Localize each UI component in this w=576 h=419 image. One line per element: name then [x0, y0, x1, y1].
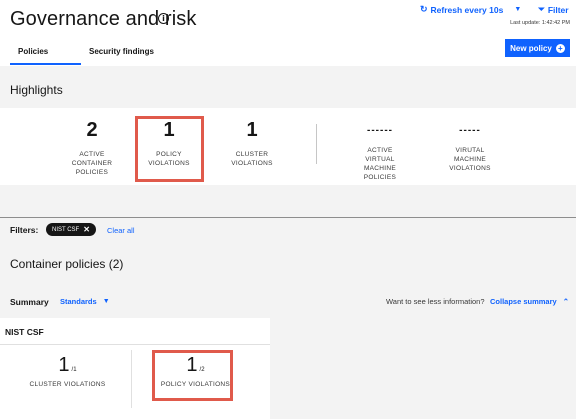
- new-policy-button[interactable]: New policy +: [505, 39, 570, 57]
- highlight-value: -----: [459, 125, 481, 136]
- clear-all-link[interactable]: Clear all: [107, 226, 135, 235]
- highlights-panel: 2 ACTIVE CONTAINER POLICIES 1 POLICY VIO…: [0, 108, 576, 185]
- filter-icon: ⏷: [538, 4, 545, 14]
- highlight-vm-violations: ----- VIRUTAL MACHINE VIOLATIONS: [440, 119, 500, 173]
- tab-security-findings[interactable]: Security findings: [81, 42, 162, 65]
- close-icon[interactable]: ✕: [83, 225, 90, 234]
- section-divider: [0, 217, 576, 218]
- tab-list: Policies Security findings: [10, 42, 162, 65]
- stat-annotation-box: [152, 350, 233, 401]
- collapse-summary-label: Collapse summary: [490, 297, 557, 306]
- chevron-down-icon: ▼: [102, 298, 110, 305]
- highlight-value: 2: [86, 119, 98, 141]
- card-vertical-divider: [131, 350, 132, 408]
- refresh-label: Refresh every 10s: [430, 4, 504, 15]
- stat-label: CLUSTER VIOLATIONS: [29, 381, 106, 388]
- highlights-title: Highlights: [10, 83, 63, 97]
- highlight-value: ------: [367, 125, 393, 136]
- stat-value: 1: [58, 354, 70, 376]
- refresh-icon: ↻: [420, 4, 428, 14]
- highlight-value: 1: [246, 119, 258, 141]
- new-policy-label: New policy: [510, 43, 552, 53]
- filter-button[interactable]: ⏷ Filter: [538, 4, 569, 15]
- chevron-down-icon: ▼: [514, 6, 522, 13]
- tab-policies[interactable]: Policies: [10, 42, 81, 65]
- chevron-up-icon: ⌃: [562, 297, 570, 306]
- highlight-label: ACTIVE VIRTUAL MACHINE POLICIES: [363, 147, 397, 181]
- card-title: NIST CSF: [5, 327, 44, 337]
- collapse-summary-link[interactable]: Collapse summary ⌃: [490, 297, 569, 306]
- last-update-text: Last update: 1:42:42 PM: [510, 20, 570, 26]
- filters-label: Filters:: [10, 225, 39, 235]
- highlight-label: VIRUTAL MACHINE VIOLATIONS: [449, 147, 491, 172]
- standards-label: Standards: [60, 297, 97, 306]
- card-divider: [0, 344, 270, 345]
- summary-label: Summary: [10, 297, 49, 307]
- highlight-label: ACTIVE CONTAINER POLICIES: [71, 151, 113, 176]
- page-header: Governance and risk i ↻ Refresh every 10…: [0, 0, 576, 66]
- filter-chip-nist-csf[interactable]: NIST CSF ✕: [46, 223, 96, 236]
- highlight-active-vm-policies: ------ ACTIVE VIRTUAL MACHINE POLICIES: [350, 119, 410, 182]
- highlight-divider: [316, 124, 317, 164]
- standards-dropdown[interactable]: Standards ▼: [60, 297, 110, 306]
- highlight-label: CLUSTER VIOLATIONS: [231, 151, 273, 167]
- stat-total: /1: [71, 367, 77, 373]
- collapse-prompt-text: Want to see less information?: [386, 297, 485, 306]
- filter-label: Filter: [547, 4, 569, 15]
- refresh-dropdown[interactable]: ↻ Refresh every 10s ▼: [420, 4, 521, 15]
- filter-chip-label: NIST CSF: [52, 226, 80, 233]
- highlight-active-container-policies: 2 ACTIVE CONTAINER POLICIES: [70, 119, 114, 177]
- stat-cluster-violations[interactable]: 1/1 CLUSTER VIOLATIONS: [20, 354, 115, 388]
- container-policies-title: Container policies (2): [10, 257, 124, 271]
- plus-circle-icon: +: [555, 43, 565, 53]
- info-icon[interactable]: i: [158, 13, 169, 24]
- highlight-annotation-box: [135, 116, 204, 182]
- highlight-cluster-violations[interactable]: 1 CLUSTER VIOLATIONS: [225, 119, 279, 168]
